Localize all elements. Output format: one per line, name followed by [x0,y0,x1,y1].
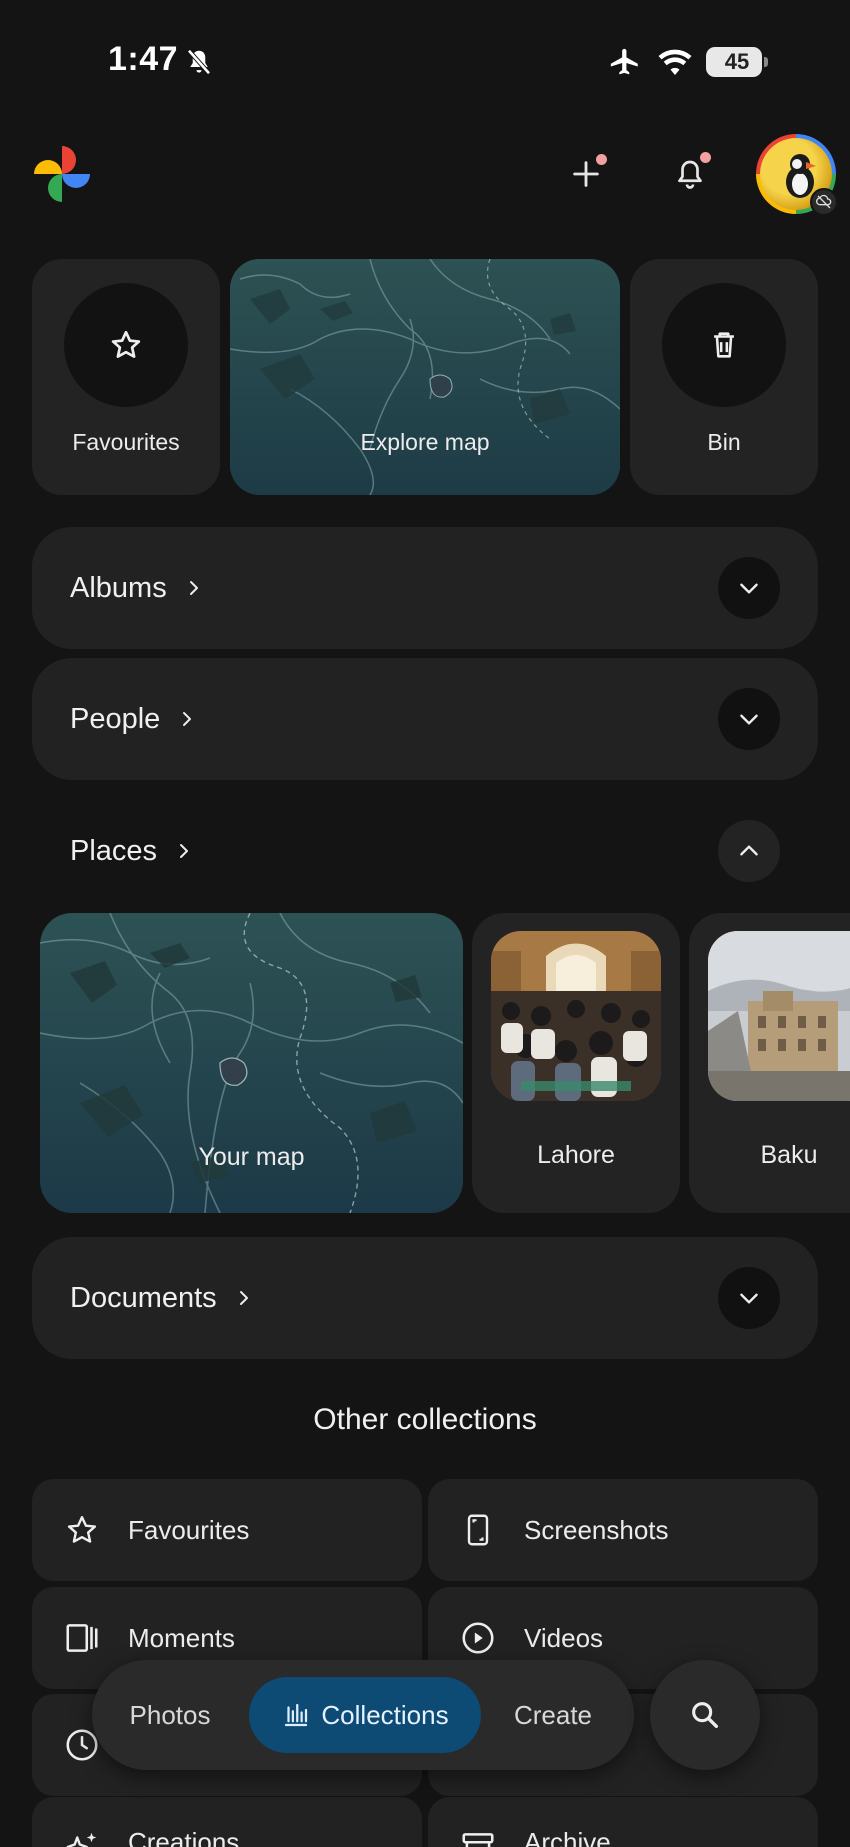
documents-title[interactable]: Documents [70,1237,253,1359]
status-time: 1:47 [108,40,179,78]
chevron-right-icon [180,844,189,858]
star-icon [67,1516,97,1543]
play-circle-icon [462,1622,494,1654]
baku-label: Baku [760,1141,818,1169]
notifications-button[interactable] [660,144,720,204]
favourites-icon-circle [64,283,188,407]
puffin-avatar-image [786,154,816,198]
battery-level: 45 [724,49,750,74]
collections-icon [285,1703,308,1727]
place-lahore-card[interactable]: Lahore [472,913,680,1213]
bin-icon-circle [662,283,786,407]
sparkle-icon [66,1832,97,1847]
explore-map-label: Explore map [360,429,490,455]
silent-mode-icon [187,49,211,75]
collection-archive[interactable]: Archive [428,1797,818,1847]
chevron-down-icon [740,714,758,725]
moments-icon [66,1624,98,1652]
your-map-label: Your map [198,1143,305,1171]
explore-map-tile[interactable]: Explore map [230,259,620,495]
collection-favourites-label: Favourites [128,1514,250,1545]
other-collections-heading: Other collections [313,1403,537,1436]
favourites-label: Favourites [72,429,180,455]
chevron-up-icon [740,845,758,856]
battery-indicator: 45 [706,47,768,77]
map-background-image [230,259,620,495]
collection-creations[interactable]: Creations [32,1797,422,1847]
people-label: People [70,703,161,735]
nav-create-label: Create [513,1699,593,1730]
documents-label: Documents [70,1282,217,1314]
places-collapse-button[interactable] [718,820,780,882]
albums-expand-button[interactable] [718,557,780,619]
trash-icon [714,332,734,358]
place-baku-card[interactable]: Baku [689,913,850,1213]
account-avatar[interactable] [756,134,838,216]
archive-icon [462,1833,494,1847]
star-icon [111,330,141,358]
baku-thumbnail-image [708,931,850,1101]
sync-off-badge-icon [810,188,838,216]
lahore-thumbnail-image [491,931,661,1101]
phone-screenshot-icon [467,1514,489,1546]
search-button[interactable] [650,1660,760,1770]
places-label: Places [70,834,158,867]
bin-label: Bin [707,429,741,455]
nav-photos-label: Photos [129,1699,211,1730]
lahore-label: Lahore [537,1141,615,1169]
people-title[interactable]: People [70,658,196,780]
documents-section[interactable]: Documents [32,1237,818,1359]
collection-moments-label: Moments [128,1622,235,1653]
collection-screenshots-label: Screenshots [524,1514,669,1545]
places-title[interactable]: Places [70,820,193,882]
people-expand-button[interactable] [718,688,780,750]
notification-dot [700,152,711,163]
google-photos-logo-icon [34,146,90,202]
collection-favourites[interactable]: Favourites [32,1479,422,1581]
nav-collections-label: Collections [321,1699,449,1730]
collection-videos-label: Videos [524,1622,604,1653]
nav-photos[interactable]: Photos [110,1677,230,1753]
add-button[interactable] [556,144,616,204]
people-section[interactable]: People [32,658,818,780]
favourites-tile[interactable]: Favourites [32,259,220,495]
chevron-right-icon [183,712,192,726]
albums-section[interactable]: Albums [32,527,818,649]
albums-title[interactable]: Albums [70,527,203,649]
nav-collections[interactable]: Collections [249,1677,481,1753]
bin-tile[interactable]: Bin [630,259,818,495]
chevron-right-icon [239,1291,248,1305]
documents-expand-button[interactable] [718,1267,780,1329]
collection-creations-label: Creations [128,1827,240,1847]
new-indicator-dot [596,154,607,165]
your-map-card[interactable]: Your map [40,913,463,1213]
chevron-down-icon [740,1293,758,1304]
airplane-mode-icon [610,48,638,75]
bottom-navigation: Photos Collections Create [92,1660,634,1770]
chevron-down-icon [740,583,758,594]
albums-label: Albums [70,572,167,604]
collection-screenshots[interactable]: Screenshots [428,1479,818,1581]
nav-create[interactable]: Create [492,1677,614,1753]
search-icon [692,1702,719,1729]
chevron-right-icon [189,581,198,595]
collection-archive-label: Archive [524,1827,611,1847]
wifi-icon [658,49,692,75]
